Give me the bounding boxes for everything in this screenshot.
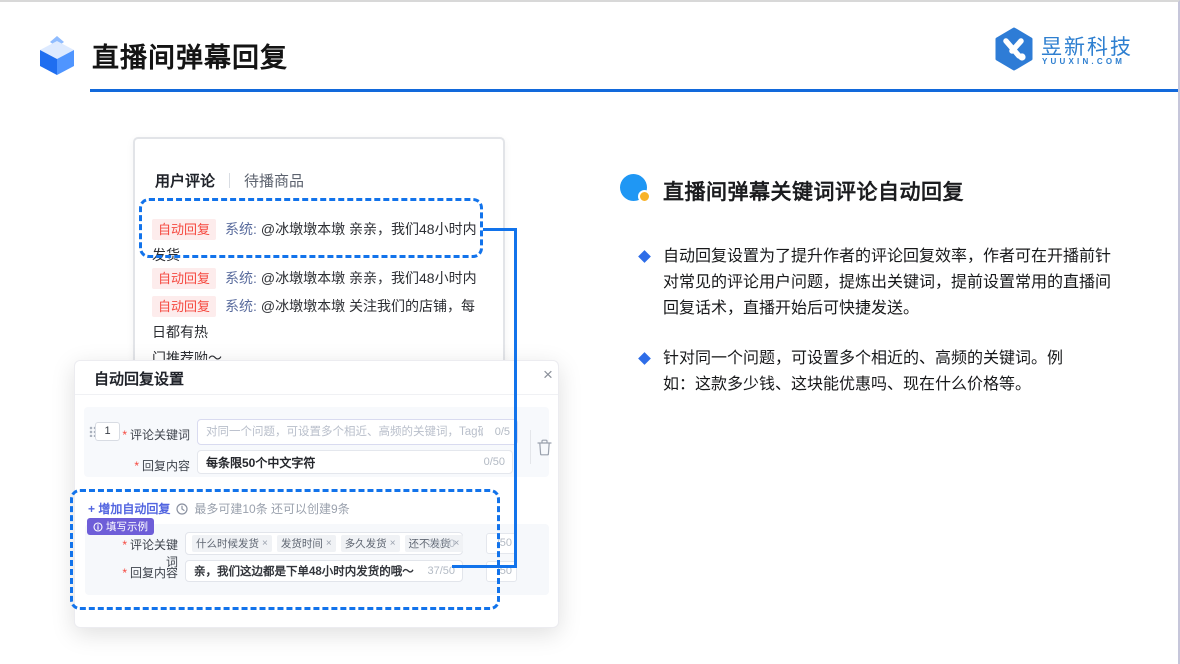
example-keyword-counter: 20/50 xyxy=(427,537,455,550)
connector-line xyxy=(514,228,517,568)
keyword-tag[interactable]: 多久发货 × xyxy=(340,535,400,552)
tag-remove-icon[interactable]: × xyxy=(262,538,268,549)
tab-pending-products[interactable]: 待播商品 xyxy=(244,170,304,191)
required-asterisk: * xyxy=(134,459,139,473)
bullet-text: 自动回复设置为了提升作者的评论回复效率，作者可在开播前针 对常见的评论用户问题，… xyxy=(663,248,1112,317)
tag-label: 多久发货 xyxy=(344,538,387,550)
brand-logo-icon xyxy=(995,27,1033,71)
keyword-tag[interactable]: 发货时间 × xyxy=(276,535,336,552)
message-sender: 系统: xyxy=(225,298,257,314)
keyword-input[interactable] xyxy=(198,420,517,444)
dialog-header-divider xyxy=(75,394,558,395)
example-badge: 填写示例 xyxy=(87,518,154,535)
rule-index-input[interactable]: 1 xyxy=(95,422,120,441)
example-reply-input[interactable]: 亲，我们这边都是下单48小时内发货的哦～ 37/50 xyxy=(185,560,463,582)
add-reply-hint: 最多可建10条 还可以创建9条 xyxy=(194,502,350,516)
add-reply-button[interactable]: + 增加自动回复 xyxy=(88,500,170,517)
delete-divider xyxy=(530,430,531,464)
tag-remove-icon[interactable]: × xyxy=(326,538,332,549)
example-reply-text: 亲，我们这边都是下单48小时内发货的哦～ xyxy=(194,566,414,578)
page: 直播间弹幕回复 昱新科技 YUUXIN.COM 用户评论 待播商品 自动回复 系统… xyxy=(0,0,1180,664)
tab-divider xyxy=(229,173,231,188)
feature-bubble-dot xyxy=(638,190,651,203)
tab-user-comments[interactable]: 用户评论 xyxy=(155,170,215,191)
diamond-bullet-icon xyxy=(638,352,651,365)
example-keyword-input[interactable]: 什么时候发货 × 发货时间 × 多久发货 × 还不发货 × 20/50 xyxy=(185,532,464,555)
keyword-input-wrap: 0/5 xyxy=(197,419,518,445)
cube-icon xyxy=(40,36,74,75)
reply-input[interactable] xyxy=(198,451,512,473)
example-badge-icon xyxy=(93,521,103,532)
feature-bubble-icon xyxy=(620,174,651,203)
tag-label: 发货时间 xyxy=(280,538,323,550)
tag-label: 什么时候发货 xyxy=(196,538,259,550)
required-asterisk: * xyxy=(122,428,127,442)
hint-clock-icon xyxy=(176,502,188,515)
message-sender: 系统: xyxy=(225,270,257,286)
keyword-tag[interactable]: 什么时候发货 × xyxy=(192,535,272,552)
auto-reply-badge: 自动回复 xyxy=(152,268,217,289)
bullet-text: 针对同一个问题，可设置多个相近的、高频的关键词。例 如：这款多少钱、这块能优惠吗… xyxy=(663,350,1064,393)
tab-bar: 用户评论 待播商品 xyxy=(155,170,304,191)
reply-label: * 回复内容 xyxy=(134,459,190,473)
connector-line xyxy=(483,228,517,231)
title-underline xyxy=(90,89,1178,92)
reply-counter: 0/50 xyxy=(483,456,505,468)
brand-domain: YUUXIN.COM xyxy=(1042,57,1126,66)
page-title: 直播间弹幕回复 xyxy=(92,43,288,73)
keyword-label: * 评论关键词 xyxy=(122,428,190,442)
dialog-title: 自动回复设置 xyxy=(94,371,185,388)
section-heading: 直播间弹幕关键词评论自动回复 xyxy=(663,181,964,204)
auto-reply-badge: 自动回复 xyxy=(152,296,217,317)
example-reply-counter: 37/50 xyxy=(427,565,455,577)
reply-input-wrap: 0/50 xyxy=(197,450,513,474)
close-icon[interactable]: × xyxy=(543,365,553,385)
keyword-counter: 0/5 xyxy=(494,426,510,438)
connector-line xyxy=(452,565,515,568)
tag-remove-icon[interactable]: × xyxy=(390,538,396,549)
add-reply-row: + 增加自动回复 最多可建10条 还可以创建9条 xyxy=(88,500,350,517)
highlight-box-message xyxy=(139,198,483,258)
delete-icon[interactable] xyxy=(537,439,552,456)
diamond-bullet-icon xyxy=(638,250,651,263)
